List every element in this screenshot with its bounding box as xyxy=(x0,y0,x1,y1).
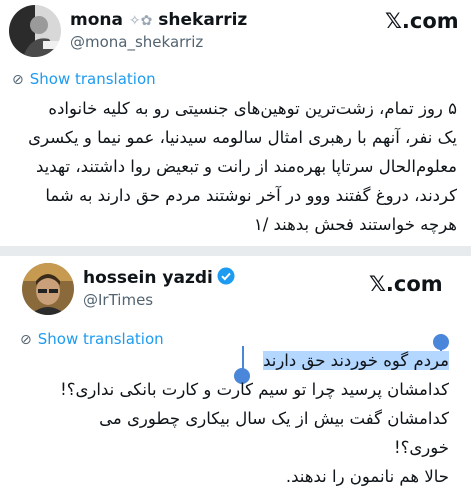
display-name[interactable]: mona ✧✿ shekarriz xyxy=(70,10,247,30)
text-line: کردند، دروغ گفتند ووو در آخر نوشتند مردم… xyxy=(45,186,457,205)
tweet-card: mona ✧✿ shekarriz @mona_shekarriz 𝕏.com … xyxy=(0,0,471,246)
text-line: هرچه خواستند فحش بدهند /۱ xyxy=(253,215,457,234)
translate-icon: ⊘ xyxy=(20,332,32,348)
tweet-text: ۵ روز تمام، زشت‌ترین توهین‌های جنسیتی رو… xyxy=(28,94,457,239)
divider xyxy=(0,246,471,256)
tweet-text: مردم گوه خوردند حق دارند کدامشان پرسید چ… xyxy=(60,346,449,491)
text-line: حالا هم نانمون را ندهند. xyxy=(285,467,449,486)
text-line: معلوم‌الحال سرتاپا بهره‌مند از رانت و تب… xyxy=(36,157,457,176)
display-name[interactable]: hossein yazdi xyxy=(83,267,235,290)
username[interactable]: @IrTimes xyxy=(83,291,153,309)
text-line: کدامشان پرسید چرا تو سیم کارت و کارت بان… xyxy=(60,380,449,399)
text-line: کدامشان گفت بیش از یک سال بیکاری چطوری م… xyxy=(99,409,449,428)
tweet-card: hossein yazdi @IrTimes 𝕏.com ⊘ Show trans… xyxy=(0,256,471,500)
avatar[interactable] xyxy=(9,5,61,57)
selected-text[interactable]: مردم گوه خوردند حق دارند xyxy=(263,351,449,370)
text-line: خوری؟! xyxy=(394,438,449,457)
sparkle-icon: ✧✿ xyxy=(128,13,153,29)
username[interactable]: @mona_shekarriz xyxy=(70,33,203,51)
x-logo: 𝕏.com xyxy=(385,9,459,33)
text-line: ۵ روز تمام، زشت‌ترین توهین‌های جنسیتی رو… xyxy=(48,99,457,118)
show-translation-link[interactable]: ⊘ Show translation xyxy=(12,70,156,88)
avatar[interactable] xyxy=(22,263,74,315)
text-line-selected: مردم گوه خوردند حق دارند xyxy=(60,346,449,375)
text-line: یک نفر، آنهم با رهبری امثال سالومه سیدنی… xyxy=(28,128,457,147)
verified-badge-icon xyxy=(217,267,235,290)
translate-icon: ⊘ xyxy=(12,72,24,88)
x-logo: 𝕏.com xyxy=(369,272,443,296)
